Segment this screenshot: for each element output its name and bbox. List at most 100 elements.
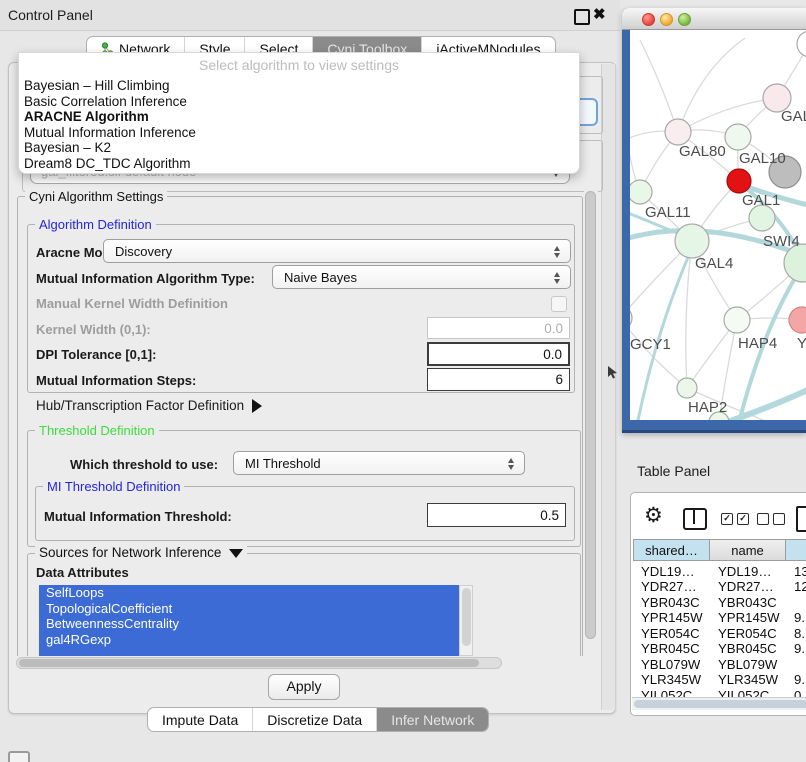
collapsed-arrow-icon[interactable]: [252, 399, 262, 413]
table-hscrollbar-thumb[interactable]: [634, 700, 806, 708]
gear-icon[interactable]: ⚙: [644, 503, 663, 528]
close-panel-icon[interactable]: ✖: [593, 5, 606, 23]
application-root: Control Panel ✖ NetworkStyleSelectCyni T…: [0, 0, 806, 762]
attributes-scrollbar-thumb[interactable]: [462, 588, 471, 646]
table-cell: YER054C: [633, 626, 710, 642]
svg-text:HAP2: HAP2: [688, 399, 727, 416]
algorithm-option[interactable]: Basic Correlation Inference: [24, 94, 574, 109]
table-row[interactable]: YER054CYER054C8.: [633, 626, 806, 642]
algorithm-option[interactable]: ARACNE Algorithm: [24, 109, 574, 124]
table-row[interactable]: YBL079WYBL079W: [633, 657, 806, 673]
column-header-name[interactable]: name: [710, 539, 786, 561]
settings-hscrollbar[interactable]: [16, 657, 502, 669]
algorithm-dropdown-hint: Select algorithm to view settings: [19, 57, 579, 73]
mi-threshold-group-title: MI Threshold Definition: [43, 479, 184, 494]
table-cell: YBR045C: [710, 641, 786, 657]
svg-text:GAL80: GAL80: [679, 143, 726, 160]
table-cell: 12: [786, 579, 806, 595]
columns-icon[interactable]: [683, 508, 707, 530]
attributes-scrollbar[interactable]: [459, 585, 473, 656]
tab-label: Impute Data: [162, 712, 238, 728]
column-header-A[interactable]: A: [786, 539, 806, 561]
table-row[interactable]: YBR045CYBR045C9.: [633, 641, 806, 657]
table-cell: YDR27…: [633, 579, 710, 595]
table-row[interactable]: YLR345WYLR345W9.: [633, 672, 806, 688]
dpi-tolerance-label: DPI Tolerance [0,1]:: [36, 347, 156, 362]
table-cell: YBL079W: [633, 657, 710, 673]
float-window-icon[interactable]: [574, 9, 590, 25]
table-panel-title: Table Panel: [637, 463, 710, 479]
table-cell: YBR045C: [633, 641, 710, 657]
attribute-item-selected[interactable]: TopologicalCoefficient: [39, 601, 459, 617]
table-cell: 8.: [786, 626, 806, 642]
table-cell: YLR345W: [633, 672, 710, 688]
svg-text:GCY1: GCY1: [630, 336, 671, 353]
attribute-item-selected[interactable]: BetweennessCentrality: [39, 616, 459, 632]
svg-text:GAL1: GAL1: [742, 192, 780, 209]
algorithm-option[interactable]: Dream8 DC_TDC Algorithm: [24, 156, 574, 171]
which-threshold-value: MI Threshold: [245, 456, 321, 471]
svg-text:GAL11: GAL11: [645, 204, 691, 221]
combo-arrows-icon: [554, 245, 561, 259]
algorithm-option[interactable]: Bayesian – Hill Climbing: [24, 78, 574, 93]
svg-text:GAL4: GAL4: [695, 255, 733, 272]
algorithm-option[interactable]: Bayesian – K2: [24, 140, 574, 155]
apply-button[interactable]: Apply: [268, 674, 340, 700]
network-window-titlebar[interactable]: [622, 8, 806, 30]
close-window-icon[interactable]: [642, 13, 655, 26]
table-cell: YDR27…: [710, 579, 786, 595]
control-panel-titlebar: Control Panel ✖: [0, 0, 620, 31]
data-attributes-label: Data Attributes: [36, 565, 129, 580]
kernel-width-label: Kernel Width (0,1):: [36, 322, 151, 337]
attribute-item-selected[interactable]: gal4RGexp: [39, 632, 459, 648]
tab-discretize-data[interactable]: Discretize Data: [253, 708, 377, 731]
svg-text:HAP4: HAP4: [738, 335, 777, 352]
tab-infer-network[interactable]: Infer Network: [377, 708, 488, 731]
settings-hscrollbar-thumb[interactable]: [19, 659, 479, 667]
expanded-arrow-icon[interactable]: [229, 549, 243, 558]
algorithm-dropdown-popup: Select algorithm to view settings Bayesi…: [18, 52, 580, 174]
cyni-settings-scrollview: Cyni Algorithm Settings Algorithm Defini…: [14, 184, 584, 656]
mi-threshold-input[interactable]: [427, 503, 566, 527]
table-hscrollbar[interactable]: [632, 697, 806, 710]
zoom-window-icon[interactable]: [678, 13, 691, 26]
deselect-all-columns-icon[interactable]: [757, 513, 785, 525]
table-cell: [786, 657, 806, 673]
settings-vscrollbar-thumb[interactable]: [585, 191, 596, 639]
which-threshold-combo[interactable]: MI Threshold: [233, 451, 525, 475]
network-canvas[interactable]: GALGAL80GAL10GAL1GAL11SWI4GAL4GCY1HAP4YH…: [630, 30, 806, 420]
mi-steps-input[interactable]: [427, 368, 570, 391]
table-cell: YDL19…: [710, 564, 786, 580]
minimize-window-icon[interactable]: [660, 13, 673, 26]
tab-impute-data[interactable]: Impute Data: [148, 708, 253, 731]
panel-mode-icon[interactable]: [796, 506, 806, 532]
settings-vscrollbar[interactable]: [584, 187, 598, 656]
kernel-width-input[interactable]: [427, 317, 570, 339]
select-all-columns-icon[interactable]: ✓✓: [721, 513, 749, 525]
mi-type-combo[interactable]: Naive Bayes: [272, 265, 571, 289]
manual-kernel-checkbox[interactable]: [551, 296, 567, 312]
svg-text:Y: Y: [797, 335, 806, 352]
algorithm-option[interactable]: Mutual Information Inference: [24, 125, 574, 140]
collapsed-panel-icon[interactable]: [8, 751, 30, 762]
aracne-mode-combo[interactable]: Discovery: [103, 239, 571, 263]
table-row[interactable]: YBR043CYBR043C: [633, 595, 806, 611]
table-cell: YLR345W: [710, 672, 786, 688]
table-cell: 9.: [786, 641, 806, 657]
mouse-cursor-icon: [607, 366, 619, 380]
svg-text:SWI4: SWI4: [763, 233, 800, 250]
table-row[interactable]: YPR145WYPR145W9.: [633, 610, 806, 626]
table-cell: YBR043C: [710, 595, 786, 611]
table-cell: YBR043C: [633, 595, 710, 611]
attribute-item-selected[interactable]: SelfLoops: [39, 585, 459, 601]
dpi-tolerance-input[interactable]: [427, 342, 570, 366]
data-attributes-list[interactable]: SelfLoopsTopologicalCoefficientBetweenne…: [39, 585, 459, 656]
table-cell: YBL079W: [710, 657, 786, 673]
sources-group-title[interactable]: Sources for Network Inference: [35, 545, 247, 560]
table-header-row: shared…nameA: [633, 539, 806, 561]
hub-definition-expander[interactable]: Hub/Transcription Factor Definition: [36, 398, 262, 413]
column-header-shared[interactable]: shared…: [633, 539, 710, 561]
table-row[interactable]: YDL19…YDL19…13: [633, 564, 806, 580]
panel-scrollbar-track[interactable]: [601, 64, 616, 710]
table-row[interactable]: YDR27…YDR27…12: [633, 579, 806, 595]
